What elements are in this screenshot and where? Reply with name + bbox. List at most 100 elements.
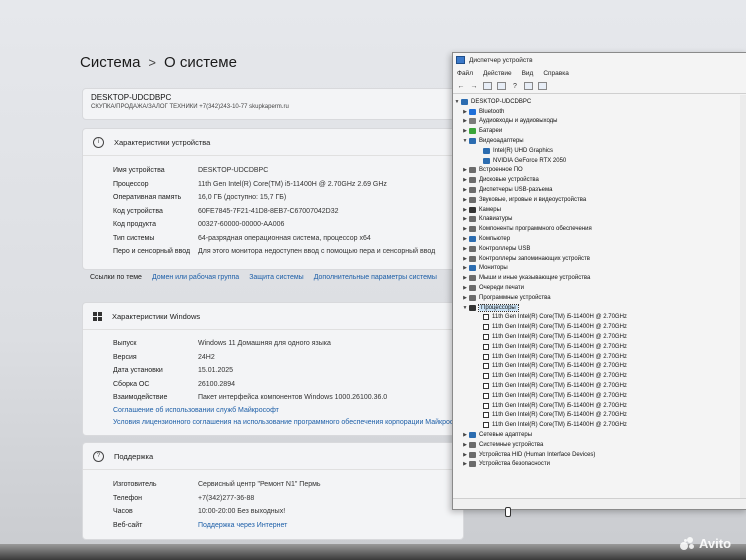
spec-value: 16,0 ГБ (доступно: 15,7 ГБ) [198, 194, 287, 202]
link-online-support[interactable]: Поддержка через Интернет [198, 522, 287, 529]
tree-category[interactable]: ▶ Батареи [453, 126, 746, 136]
menu-action[interactable]: Действие [483, 70, 512, 77]
chevron-right-icon[interactable]: ▶ [461, 256, 469, 262]
chevron-right-icon[interactable]: ▶ [461, 432, 469, 438]
tree-category[interactable]: ▶ Компьютер [453, 234, 746, 244]
tree-device[interactable]: 11th Gen Intel(R) Core(TM) i5-11400H @ 2… [453, 381, 746, 391]
chevron-right-icon[interactable]: ▶ [461, 275, 469, 281]
forward-arrow-icon[interactable]: → [470, 82, 478, 90]
tree-category[interactable]: ▶ Диспетчеры USB-разъема [453, 185, 746, 195]
view-icon[interactable] [497, 82, 506, 90]
menu-help[interactable]: Справка [543, 70, 569, 77]
windows-logo-icon [93, 311, 102, 321]
tree-device[interactable]: 11th Gen Intel(R) Core(TM) i5-11400H @ 2… [453, 352, 746, 362]
chevron-right-icon[interactable]: ▶ [461, 197, 469, 203]
tree-device[interactable]: 11th Gen Intel(R) Core(TM) i5-11400H @ 2… [453, 411, 746, 421]
tree-category[interactable]: ▶ Встроенное ПО [453, 166, 746, 176]
chevron-right-icon[interactable]: ▶ [461, 216, 469, 222]
tree-device[interactable]: NVIDIA GeForce RTX 2050 [453, 156, 746, 166]
chevron-right-icon[interactable]: ▶ [461, 236, 469, 242]
device-category-icon [469, 255, 476, 262]
spec-row: Изготовитель Сервисный центр "Ремонт N1" … [83, 478, 463, 492]
tree-category[interactable]: ▶ Контроллеры USB [453, 244, 746, 254]
chevron-right-icon[interactable]: ▶ [461, 187, 469, 193]
tree-category[interactable]: ▶ Программные устройства [453, 293, 746, 303]
chevron-right-icon[interactable]: ▶ [461, 452, 469, 458]
chevron-right-icon[interactable]: ▶ [461, 442, 469, 448]
breadcrumb-parent[interactable]: Система [80, 54, 140, 71]
tree-root[interactable]: ▼ DESKTOP-UDCDBPC [453, 97, 746, 107]
spec-value: 24H2 [198, 353, 215, 361]
link-license-terms[interactable]: Условия лицензионного соглашения на испо… [83, 417, 466, 429]
spec-key: Процессор [113, 180, 149, 188]
tree-category[interactable]: ▶ Звуковые, игровые и видеоустройства [453, 195, 746, 205]
tree-device[interactable]: 11th Gen Intel(R) Core(TM) i5-11400H @ 2… [453, 332, 746, 342]
tree-device[interactable]: 11th Gen Intel(R) Core(TM) i5-11400H @ 2… [453, 342, 746, 352]
tree-device[interactable]: Intel(R) UHD Graphics [453, 146, 746, 156]
chevron-right-icon[interactable]: ▶ [461, 177, 469, 183]
monitor-icon[interactable] [538, 82, 547, 90]
menu-file[interactable]: Файл [457, 70, 473, 77]
tree-category[interactable]: ▶ Устройства безопасности [453, 459, 746, 469]
tree-device[interactable]: 11th Gen Intel(R) Core(TM) i5-11400H @ 2… [453, 391, 746, 401]
menu-view[interactable]: Вид [522, 70, 534, 77]
chevron-right-icon[interactable]: ▶ [461, 118, 469, 124]
tree-category[interactable]: ▶ Клавиатуры [453, 215, 746, 225]
vertical-scrollbar[interactable] [740, 95, 746, 499]
tree-category[interactable]: ▶ Очереди печати [453, 283, 746, 293]
chevron-right-icon[interactable]: ▶ [461, 226, 469, 232]
properties-icon[interactable] [483, 82, 492, 90]
chevron-right-icon[interactable]: ▶ [461, 295, 469, 301]
chevron-right-icon[interactable]: ▶ [461, 207, 469, 213]
tree-device[interactable]: 11th Gen Intel(R) Core(TM) i5-11400H @ 2… [453, 401, 746, 411]
device-specs-header[interactable]: i Характеристики устройства [83, 129, 463, 156]
spec-value: 60FE7845-7F21-41D8-8EB7-C67007042D32 [198, 207, 339, 215]
tree-category[interactable]: ▶ Устройства HID (Human Interface Devices… [453, 450, 746, 460]
chevron-right-icon[interactable]: ▶ [461, 265, 469, 271]
link-domain-workgroup[interactable]: Домен или рабочая группа [152, 274, 239, 281]
help-icon[interactable]: ? [511, 82, 519, 90]
spec-key: Оперативная память [113, 194, 182, 202]
tree-device[interactable]: 11th Gen Intel(R) Core(TM) i5-11400H @ 2… [453, 362, 746, 372]
tree-category[interactable]: ▼ Процессоры [453, 303, 746, 313]
scan-hardware-icon[interactable] [524, 82, 533, 90]
tree-category[interactable]: ▶ Bluetooth [453, 107, 746, 117]
tree-device[interactable]: 11th Gen Intel(R) Core(TM) i5-11400H @ 2… [453, 313, 746, 323]
chevron-down-icon[interactable]: ▼ [461, 305, 469, 311]
spec-value: 26100.2894 [198, 380, 235, 388]
chevron-down-icon[interactable]: ▼ [453, 99, 461, 105]
tree-category[interactable]: ▶ Контроллеры запоминающих устройств [453, 254, 746, 264]
tree-category[interactable]: ▶ Компоненты программного обеспечения [453, 224, 746, 234]
spec-value: DESKTOP-UDCDBPC [198, 167, 269, 175]
chevron-right-icon[interactable]: ▶ [461, 461, 469, 467]
tree-device[interactable]: 11th Gen Intel(R) Core(TM) i5-11400H @ 2… [453, 371, 746, 381]
chevron-right-icon[interactable]: ▶ [461, 167, 469, 173]
chevron-right-icon[interactable]: ▶ [461, 285, 469, 291]
tree-category[interactable]: ▼ Видеоадаптеры [453, 136, 746, 146]
tree-category[interactable]: ▶ Аудиовходы и аудиовыходы [453, 117, 746, 127]
windows-specs-header[interactable]: Характеристики Windows [83, 303, 463, 330]
chevron-right-icon[interactable]: ▶ [461, 246, 469, 252]
tree-device[interactable]: 11th Gen Intel(R) Core(TM) i5-11400H @ 2… [453, 322, 746, 332]
chevron-down-icon[interactable]: ▼ [461, 138, 469, 144]
tree-category[interactable]: ▶ Системные устройства [453, 440, 746, 450]
link-ms-services-agreement[interactable]: Соглашение об использовании служб Майкро… [83, 405, 463, 417]
device-tree: ▼ DESKTOP-UDCDBPC ▶ Bluetooth ▶ Аудиовходы … [453, 94, 746, 469]
back-arrow-icon[interactable]: ← [457, 82, 465, 90]
link-advanced-system-settings[interactable]: Дополнительные параметры системы [314, 274, 437, 281]
support-header[interactable]: ? Поддержка [83, 443, 463, 470]
tree-category[interactable]: ▶ Камеры [453, 205, 746, 215]
tree-device[interactable]: 11th Gen Intel(R) Core(TM) i5-11400H @ 2… [453, 420, 746, 430]
link-system-protection[interactable]: Защита системы [249, 274, 304, 281]
tree-category[interactable]: ▶ Мониторы [453, 264, 746, 274]
window-titlebar[interactable]: Диспетчер устройств [453, 53, 746, 67]
tree-category[interactable]: ▶ Дисковые устройства [453, 175, 746, 185]
chevron-right-icon[interactable]: ▶ [461, 109, 469, 115]
chevron-right-icon[interactable]: ▶ [461, 128, 469, 134]
tree-category[interactable]: ▶ Сетевые адаптеры [453, 430, 746, 440]
tree-category[interactable]: ▶ Мыши и иные указывающие устройства [453, 273, 746, 283]
device-category-icon [469, 206, 476, 213]
tree-device-label: 11th Gen Intel(R) Core(TM) i5-11400H @ 2… [492, 373, 627, 380]
spec-key: Имя устройства [113, 167, 165, 175]
tree-category-label: Очереди печати [479, 285, 525, 292]
